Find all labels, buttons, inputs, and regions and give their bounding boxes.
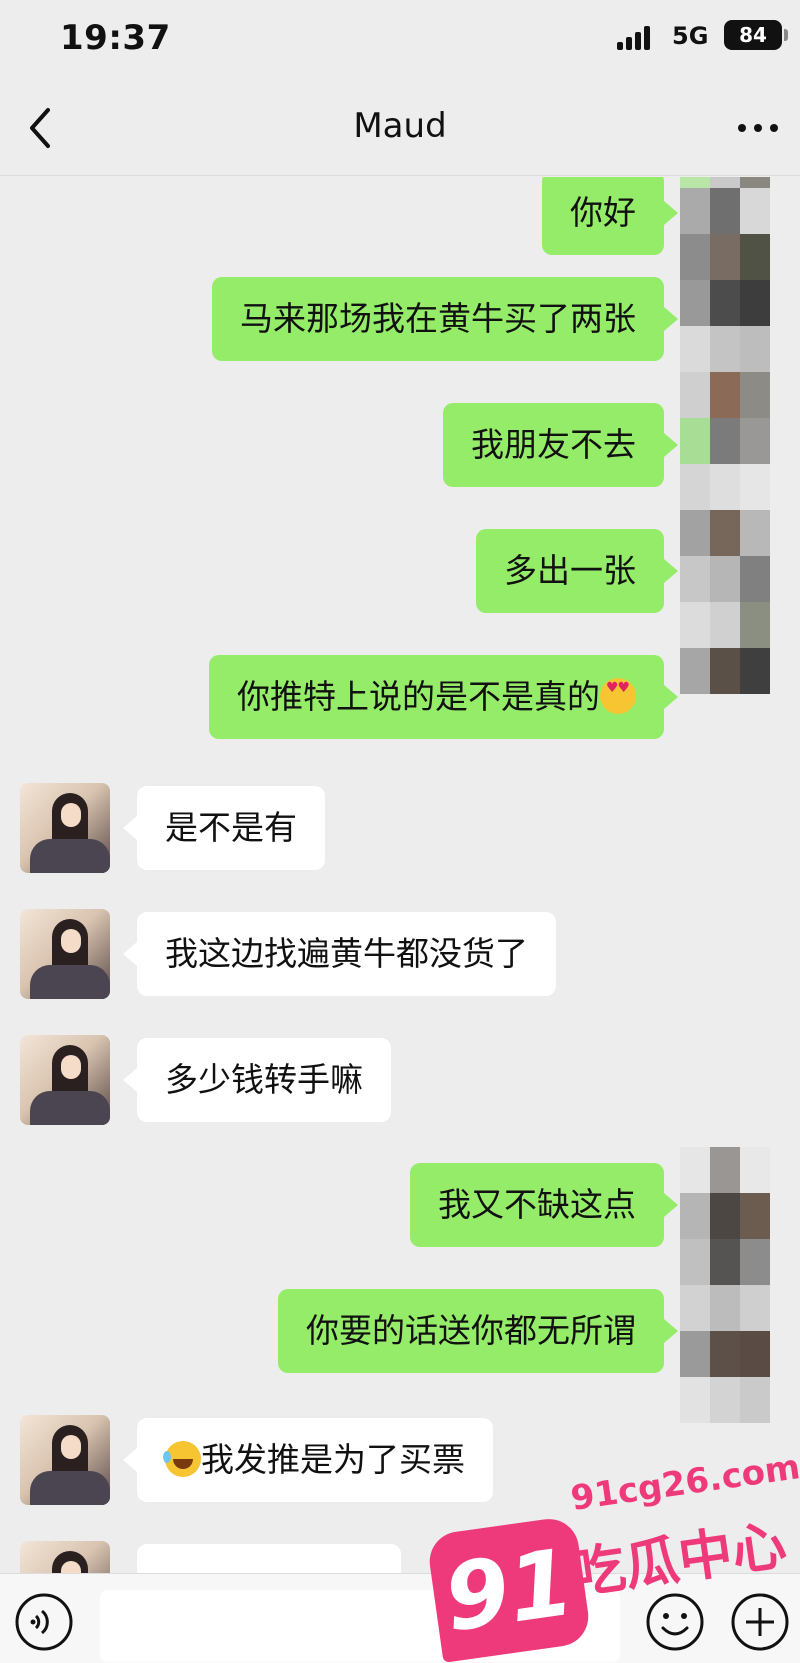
chat-header: Maud [0,80,800,176]
avatar[interactable] [20,1541,110,1573]
avatar[interactable] [20,1035,110,1125]
avatar[interactable] [20,909,110,999]
redacted-avatar-mosaic [680,1147,770,1423]
status-bar: 19:37 5G 84 [0,0,800,80]
network-type: 5G [672,22,709,50]
message-bubble[interactable]: 我这边找遍黄牛都没货了 [123,912,556,996]
message-bubble[interactable]: 多少钱转手嘛 [123,1038,391,1122]
chat-title: Maud [353,106,447,146]
message-bubble[interactable]: 你要的话送你都无所谓 [278,1289,678,1373]
signal-icon [617,26,657,50]
battery-level: 84 [739,23,767,47]
message-bubble[interactable]: 是不是有 [123,786,325,870]
message-bubble[interactable]: 马来那场我在黄牛买了两张 [212,277,678,361]
avatar[interactable] [20,783,110,873]
message-bubble[interactable]: 我又不缺这点 [410,1163,678,1247]
watermark-number: 91 [438,1528,580,1653]
message-bubble[interactable]: 我朋友不去 [443,403,678,487]
voice-icon[interactable] [14,1592,74,1652]
battery-icon: 84 [724,20,782,50]
avatar[interactable] [20,1415,110,1505]
battery-cap [784,29,788,41]
more-dots-icon[interactable] [728,100,788,156]
watermark-name: 吃瓜中心 [567,1513,791,1606]
message-bubble[interactable]: 多出一张 [476,529,678,613]
tears-of-joy-emoji [163,1440,201,1477]
watermark: 91 91cg26.com 吃瓜中心 [420,1447,800,1663]
message-bubble[interactable]: 你推特上说的是不是真的 [209,655,678,739]
status-time: 19:37 [60,18,171,58]
message-bubble[interactable]: 你好 [542,177,678,255]
message-text: 你推特上说的是不是真的 [237,677,600,716]
message-list[interactable]: 你好 马来那场我在黄牛买了两张 我朋友不去 多出一张 你推特上说的是不是真的 是… [0,177,800,1573]
redacted-avatar-mosaic [680,177,770,694]
heart-eyes-emoji [600,677,636,714]
message-bubble[interactable] [137,1544,401,1573]
